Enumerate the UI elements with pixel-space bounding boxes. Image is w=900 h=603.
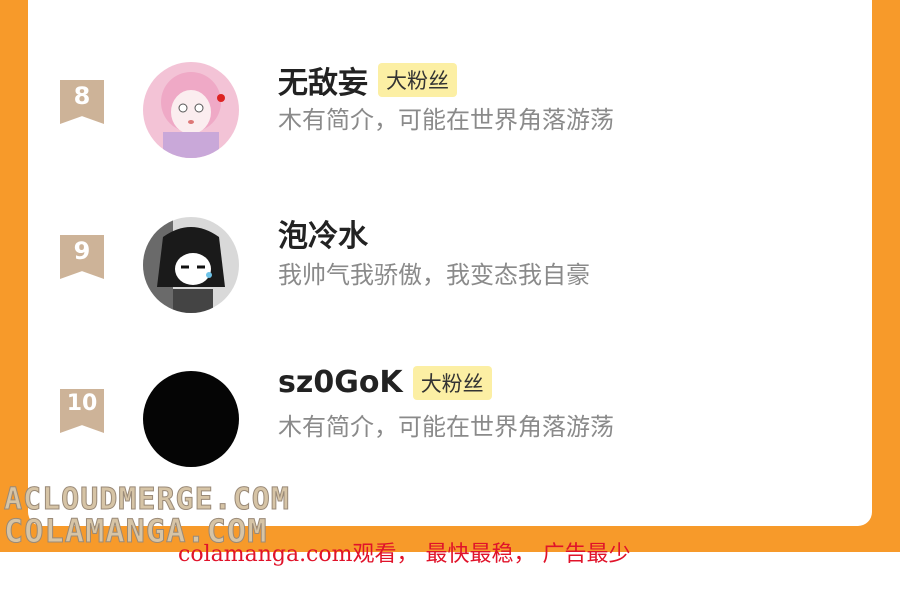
rank-badge: 10: [60, 389, 104, 433]
fan-ranking-card: 8 无敌妄 大粉丝 木有简介，可能在世界角落游荡 9 泡冷水 我帅气我骄傲，我变…: [28, 0, 872, 526]
fan-bio: 我帅气我骄傲，我变态我自豪: [278, 261, 590, 289]
fan-level-badge: 大粉丝: [412, 365, 492, 400]
fan-name[interactable]: sz0GoK: [278, 365, 403, 400]
list-item[interactable]: 8 无敌妄 大粉丝 木有简介，可能在世界角落游荡: [28, 58, 872, 168]
fan-bio: 木有简介，可能在世界角落游荡: [278, 413, 614, 441]
list-item[interactable]: 9 泡冷水 我帅气我骄傲，我变态我自豪: [28, 213, 872, 323]
list-item[interactable]: 10 sz0GoK 大粉丝 木有简介，可能在世界角落游荡: [28, 365, 872, 477]
rank-badge: 8: [60, 80, 104, 124]
rank-badge: 9: [60, 235, 104, 279]
ad-banner-text[interactable]: colamanga.com观看， 最快最稳， 广告最少: [178, 536, 630, 568]
fan-bio: 木有简介，可能在世界角落游荡: [278, 106, 614, 134]
black-circle-avatar-icon[interactable]: [143, 371, 239, 467]
fan-name[interactable]: 泡冷水: [278, 211, 368, 255]
fan-name[interactable]: 无敌妄: [278, 58, 368, 102]
pink-anime-girl-avatar-icon[interactable]: [143, 62, 239, 158]
dark-hair-anime-avatar-icon[interactable]: [143, 217, 239, 313]
fan-level-badge: 大粉丝: [378, 63, 457, 97]
